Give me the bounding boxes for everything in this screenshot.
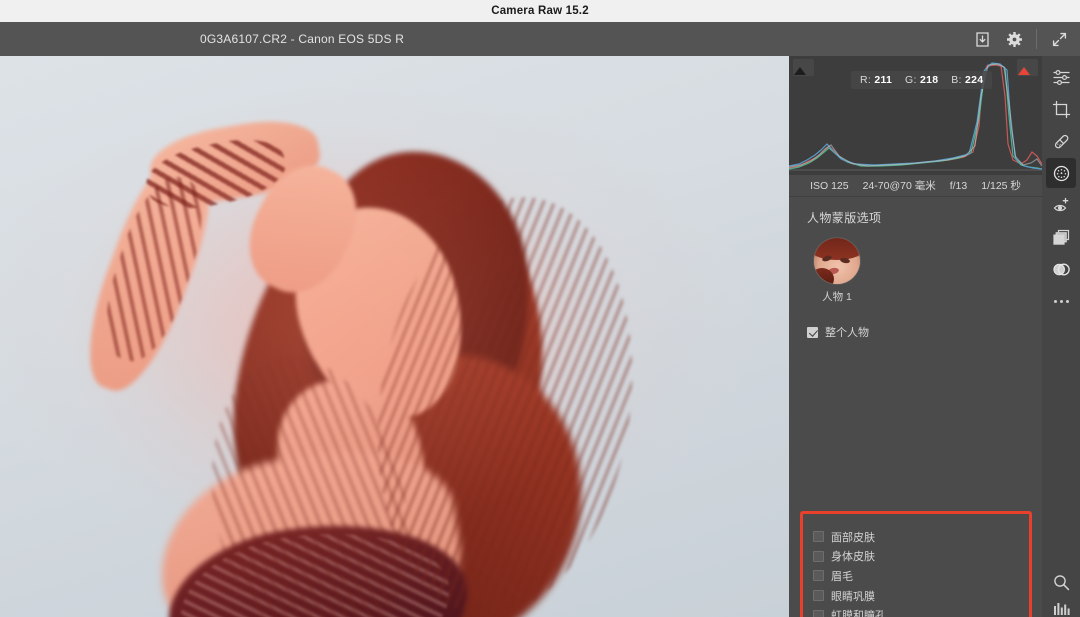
person-item[interactable]: 人物 1 (807, 238, 867, 304)
toolbar-divider (1036, 29, 1037, 49)
whole-person-checkbox[interactable] (807, 326, 818, 338)
person-parts-list: 面部皮肤 身体皮肤 眉毛 眼睛巩膜 虹膜和瞳孔 (813, 527, 886, 617)
rgb-r-label: R: (860, 74, 872, 86)
masking-icon[interactable] (1046, 158, 1076, 188)
part-checkbox-iris-pupil[interactable] (813, 609, 824, 617)
document-title: 0G3A6107.CR2 - Canon EOS 5DS R (200, 32, 405, 46)
rail-bottom-tools (1046, 567, 1076, 617)
part-label-eye-sclera: 眼睛巩膜 (831, 590, 875, 603)
raw-photo (0, 56, 789, 617)
expand-arrows-icon[interactable] (1044, 24, 1074, 54)
rgb-readout: R: 211 G: 218 B: 224 (851, 71, 993, 89)
gear-icon[interactable] (999, 24, 1029, 54)
window-title-bar: Camera Raw 15.2 (0, 0, 1080, 22)
document-bar: 0G3A6107.CR2 - Canon EOS 5DS R (0, 22, 1080, 56)
shadow-clipping-triangle-icon[interactable] (793, 59, 814, 76)
exif-row: ISO 125 24-70@70 毫米 f/13 1/125 秒 (789, 175, 1042, 197)
part-option-body-skin[interactable]: 身体皮肤 (813, 547, 886, 567)
presets-icon[interactable] (1046, 222, 1076, 252)
part-label-face-skin: 面部皮肤 (831, 531, 875, 544)
photo-subject (0, 56, 789, 617)
camera-raw-window: Camera Raw 15.2 0G3A6107.CR2 - Canon EOS… (0, 0, 1080, 617)
edit-sliders-icon[interactable] (1046, 62, 1076, 92)
histogram[interactable]: R: 211 G: 218 B: 224 (789, 56, 1042, 175)
right-panel: R: 211 G: 218 B: 224 ISO 125 24-70@70 毫米… (789, 56, 1042, 617)
part-checkbox-eye-sclera[interactable] (813, 590, 824, 602)
part-label-iris-pupil: 虹膜和瞳孔 (831, 610, 886, 617)
red-eye-icon[interactable] (1046, 190, 1076, 220)
rgb-b-label: B: (951, 74, 962, 86)
save-download-icon[interactable] (967, 24, 997, 54)
rgb-g-label: G: (905, 74, 917, 86)
crop-icon[interactable] (1046, 94, 1076, 124)
spot-removal-icon[interactable] (1046, 126, 1076, 156)
rgb-b-value: 224 (965, 74, 984, 86)
part-checkbox-eyebrows[interactable] (813, 570, 824, 582)
person-label: 人物 1 (822, 291, 852, 303)
rgb-g-value: 218 (919, 74, 939, 86)
snapshots-icon[interactable] (1046, 254, 1076, 284)
part-option-face-skin[interactable]: 面部皮肤 (813, 527, 886, 547)
exif-shutter: 1/125 秒 (981, 180, 1021, 192)
person-mask-options-panel: 人物蒙版选项 人物 1 整个人物 面部皮肤 身体皮肤 眉毛 眼睛巩膜 虹膜和瞳孔 (789, 209, 1042, 617)
exif-iso: ISO 125 (810, 179, 849, 192)
photo-canvas[interactable] (0, 56, 789, 617)
app-title: Camera Raw 15.2 (491, 5, 589, 17)
rgb-r-value: 211 (874, 74, 893, 86)
part-checkbox-body-skin[interactable] (813, 550, 824, 562)
more-options-icon[interactable] (1046, 286, 1076, 316)
zoom-magnifier-icon[interactable] (1046, 567, 1076, 597)
histogram-levels-icon[interactable] (1046, 601, 1076, 615)
exif-aperture: f/13 (949, 179, 968, 192)
part-checkbox-face-skin[interactable] (813, 531, 824, 543)
part-option-iris-pupil[interactable]: 虹膜和瞳孔 (813, 605, 886, 617)
part-label-body-skin: 身体皮肤 (831, 551, 875, 564)
panel-title: 人物蒙版选项 (807, 211, 882, 225)
part-option-eyebrows[interactable]: 眉毛 (813, 566, 886, 586)
whole-person-option[interactable]: 整个人物 (807, 322, 1042, 342)
exif-lens: 24-70@70 毫米 (862, 180, 936, 192)
highlight-clipping-triangle-icon[interactable] (1017, 59, 1038, 76)
tool-rail (1042, 56, 1080, 617)
document-bar-actions (967, 22, 1074, 56)
part-option-eye-sclera[interactable]: 眼睛巩膜 (813, 586, 886, 606)
whole-person-label: 整个人物 (825, 327, 869, 339)
part-label-eyebrows: 眉毛 (831, 570, 853, 583)
person-face-thumbnail[interactable] (814, 238, 860, 284)
